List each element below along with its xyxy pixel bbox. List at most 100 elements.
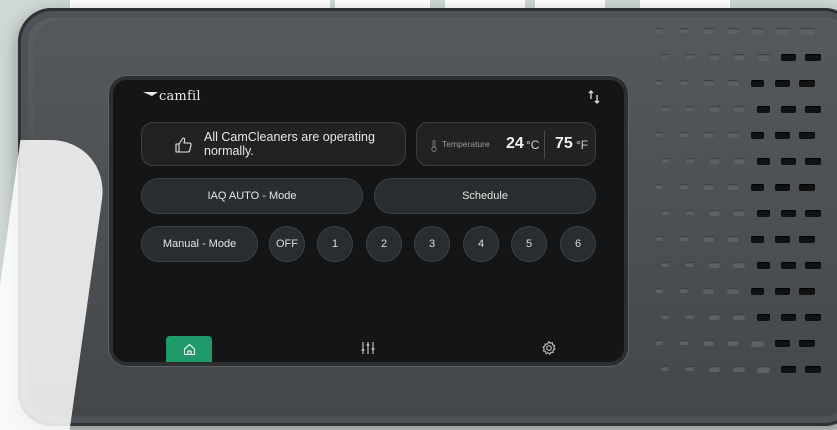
grille-hole	[751, 80, 765, 87]
grille-hole	[781, 54, 796, 61]
grille-hole	[799, 184, 815, 192]
grille-hole	[703, 132, 714, 138]
thermometer-icon	[431, 140, 437, 152]
grille-hole	[709, 210, 720, 216]
grille-hole	[751, 184, 765, 191]
grille-hole	[805, 262, 821, 270]
grille-hole	[805, 54, 821, 62]
grille-hole	[679, 132, 689, 138]
grille-hole	[799, 288, 815, 296]
grille-hole	[733, 262, 745, 269]
grille-hole	[655, 236, 663, 241]
grille-hole	[781, 314, 796, 321]
sliders-icon[interactable]	[360, 340, 376, 356]
grille-hole	[805, 314, 821, 322]
grille-hole	[679, 184, 689, 190]
temperature-divider	[544, 131, 545, 159]
temperature-label: Temperature	[442, 139, 490, 149]
schedule-button[interactable]: Schedule	[374, 178, 596, 214]
grille-hole	[661, 106, 669, 111]
grille-hole	[685, 314, 695, 320]
fan-speed-2-button[interactable]: 2	[366, 226, 402, 262]
grille-hole	[757, 54, 771, 61]
grille-hole	[727, 28, 739, 35]
grille-hole	[799, 28, 815, 36]
fan-speed-3-button[interactable]: 3	[414, 226, 450, 262]
grille-hole	[781, 210, 796, 217]
grille-hole	[661, 366, 669, 371]
grille-hole	[655, 340, 663, 345]
grille-hole	[679, 236, 689, 242]
grille-hole	[757, 106, 771, 113]
grille-hole	[799, 80, 815, 88]
grille-hole	[661, 262, 669, 267]
temperature-fahrenheit: 75	[555, 135, 573, 152]
fan-speed-5-button[interactable]: 5	[511, 226, 547, 262]
sync-icon[interactable]	[588, 90, 600, 104]
grille-hole	[679, 288, 689, 294]
grille-hole	[709, 106, 720, 112]
grille-hole	[685, 210, 695, 216]
grille-hole	[733, 106, 745, 113]
bottom-navigation	[113, 334, 624, 362]
grille-hole	[751, 288, 765, 295]
gear-icon[interactable]	[541, 340, 557, 356]
grille-hole	[757, 210, 771, 217]
grille-hole	[799, 132, 815, 140]
grille-hole	[727, 80, 739, 87]
fan-speed-off-button[interactable]: OFF	[269, 226, 305, 262]
grille-hole	[757, 262, 771, 269]
grille-hole	[727, 184, 739, 191]
grille-hole	[709, 158, 720, 164]
grille-hole	[709, 262, 720, 268]
grille-hole	[655, 184, 663, 189]
grille-hole	[685, 366, 695, 372]
grille-hole	[775, 288, 790, 295]
grille-hole	[775, 184, 790, 191]
grille-hole	[661, 314, 669, 319]
grille-hole	[751, 236, 765, 243]
grille-hole	[757, 158, 771, 165]
manual-mode-button[interactable]: Manual - Mode	[141, 226, 258, 262]
touch-screen: camfil All CamCleaners are operating nor…	[113, 80, 624, 362]
grille-hole	[751, 28, 765, 35]
grille-hole	[655, 80, 663, 85]
fan-speed-1-button[interactable]: 1	[317, 226, 353, 262]
grille-hole	[709, 54, 720, 60]
iaq-auto-mode-button[interactable]: IAQ AUTO - Mode	[141, 178, 363, 214]
speaker-grille	[655, 28, 835, 408]
grille-hole	[751, 340, 765, 347]
grille-hole	[727, 288, 739, 295]
grille-hole	[757, 314, 771, 321]
grille-hole	[781, 158, 796, 165]
home-icon	[183, 343, 195, 355]
grille-hole	[661, 54, 669, 59]
temperature-panel: Temperature 24 °C 75 °F	[416, 122, 596, 166]
grille-hole	[655, 28, 663, 33]
fan-speed-4-button[interactable]: 4	[463, 226, 499, 262]
grille-hole	[703, 288, 714, 294]
grille-hole	[775, 28, 790, 35]
camfil-logo: camfil	[143, 89, 201, 104]
grille-hole	[775, 340, 790, 347]
grille-hole	[703, 80, 714, 86]
grille-hole	[679, 28, 689, 34]
grille-hole	[805, 210, 821, 218]
grille-hole	[757, 366, 771, 373]
grille-hole	[781, 366, 796, 373]
grille-hole	[805, 106, 821, 114]
grille-hole	[655, 132, 663, 137]
grille-hole	[733, 54, 745, 61]
grille-hole	[703, 184, 714, 190]
grille-hole	[799, 236, 815, 244]
grille-hole	[727, 340, 739, 347]
grille-hole	[733, 158, 745, 165]
fan-speed-6-button[interactable]: 6	[560, 226, 596, 262]
grille-hole	[727, 236, 739, 243]
grille-hole	[799, 340, 815, 348]
grille-hole	[781, 106, 796, 113]
grille-hole	[703, 340, 714, 346]
nav-home-tab[interactable]	[166, 336, 212, 362]
grille-hole	[709, 366, 720, 372]
status-panel: All CamCleaners are operating normally.	[141, 122, 406, 166]
